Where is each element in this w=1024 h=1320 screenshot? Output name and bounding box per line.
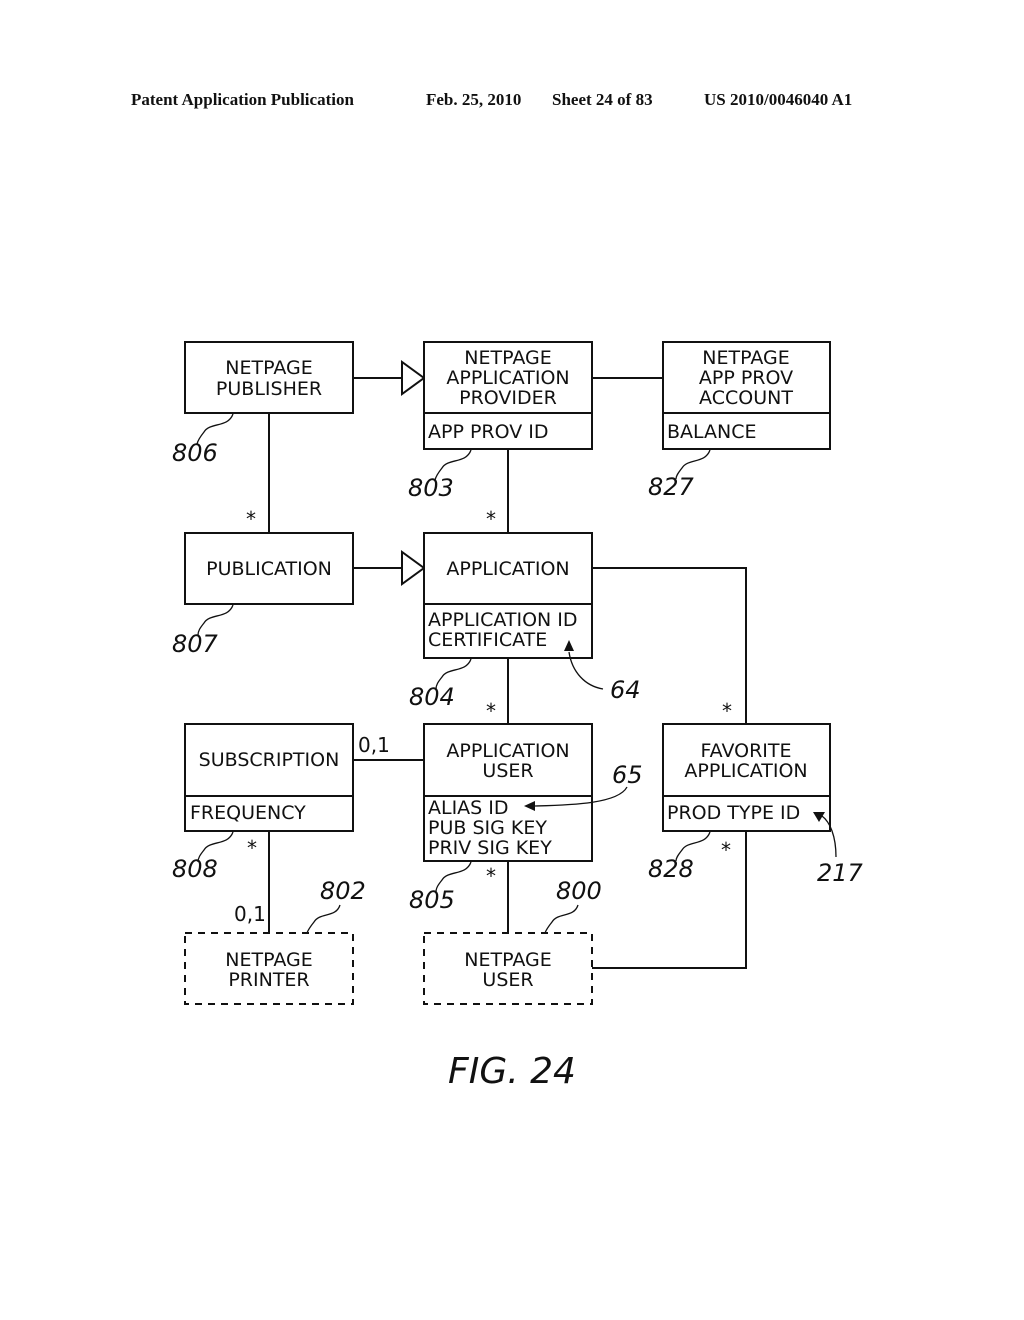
class-title-line: APPLICATION <box>446 558 569 580</box>
figure-label: FIG. 24 <box>448 1051 576 1092</box>
class-attribute: APPLICATION ID <box>428 609 578 631</box>
multiplicity-label: * <box>247 836 257 860</box>
class-title-line: SUBSCRIPTION <box>199 749 340 771</box>
reference-numeral: 807 <box>172 630 219 658</box>
class-title-line: PUBLISHER <box>216 378 322 400</box>
class-netpage-printer: NETPAGE PRINTER <box>184 932 354 1005</box>
class-attribute: CERTIFICATE <box>428 629 547 651</box>
generalization-arrow-provider <box>401 360 426 396</box>
class-netpage-user: NETPAGE USER <box>423 932 593 1005</box>
class-title-line: NETPAGE <box>464 949 551 971</box>
reference-numeral: 805 <box>409 886 455 914</box>
generalization-arrow-application <box>401 550 426 586</box>
multiplicity-label: * <box>722 699 732 723</box>
class-application: APPLICATION APPLICATION ID CERTIFICATE <box>423 532 593 659</box>
class-title-line: USER <box>482 969 533 991</box>
leader-line <box>306 904 341 934</box>
class-attribute: ALIAS ID <box>428 797 509 819</box>
class-attribute: PROD TYPE ID <box>667 802 800 824</box>
class-title-line: PUBLICATION <box>206 558 332 580</box>
class-favorite-application: FAVORITE APPLICATION PROD TYPE ID <box>662 723 831 832</box>
class-attribute: PUB SIG KEY <box>428 817 547 839</box>
class-title-line: APPLICATION <box>684 760 807 782</box>
reference-numeral: 804 <box>409 683 455 711</box>
annotation-numeral: 217 <box>817 859 864 887</box>
multiplicity-label: * <box>486 864 496 888</box>
class-publication: PUBLICATION <box>184 532 354 605</box>
class-attribute: APP PROV ID <box>428 421 549 443</box>
annotation-numeral: 64 <box>610 676 641 704</box>
class-title-line: PROVIDER <box>459 387 557 409</box>
class-title-line: ACCOUNT <box>699 387 793 409</box>
multiplicity-label: * <box>721 838 731 862</box>
class-application-user: APPLICATION USER ALIAS ID PUB SIG KEY PR… <box>423 723 593 862</box>
class-title-line: NETPAGE <box>702 347 789 369</box>
class-title-line: APPLICATION <box>446 367 569 389</box>
reference-numeral: 808 <box>172 855 218 883</box>
class-netpage-publisher: NETPAGE PUBLISHER <box>184 341 354 414</box>
reference-numeral: 803 <box>408 474 454 502</box>
class-title-line: PRINTER <box>228 969 309 991</box>
class-title-line: FAVORITE <box>700 740 791 762</box>
class-title-line: USER <box>482 760 533 782</box>
reference-numeral: 802 <box>320 877 366 905</box>
multiplicity-label: * <box>246 507 256 531</box>
multiplicity-label: * <box>486 507 496 531</box>
class-title-line: NETPAGE <box>464 347 551 369</box>
class-title-line: APPLICATION <box>446 740 569 762</box>
class-attribute: FREQUENCY <box>190 802 306 824</box>
reference-numeral: 800 <box>556 877 602 905</box>
reference-numeral: 827 <box>648 473 695 501</box>
multiplicity-label: * <box>486 699 496 723</box>
class-diagram: NETPAGE PUBLISHER NETPAGE APPLICATION PR… <box>172 341 864 1092</box>
reference-numeral: 806 <box>172 439 218 467</box>
class-title-line: APP PROV <box>699 367 793 389</box>
multiplicity-label: 0,1 <box>358 733 390 757</box>
leader-line <box>544 904 579 934</box>
class-netpage-app-prov-account: NETPAGE APP PROV ACCOUNT BALANCE <box>662 341 831 450</box>
class-attribute: BALANCE <box>667 421 757 443</box>
class-title-line: NETPAGE <box>225 949 312 971</box>
class-netpage-application-provider: NETPAGE APPLICATION PROVIDER APP PROV ID <box>423 341 593 450</box>
class-title-line: NETPAGE <box>225 357 312 379</box>
class-attribute: PRIV SIG KEY <box>428 837 552 859</box>
reference-numeral: 828 <box>648 855 694 883</box>
multiplicity-label: 0,1 <box>234 902 266 926</box>
class-subscription: SUBSCRIPTION FREQUENCY <box>184 723 354 832</box>
annotation-numeral: 65 <box>612 761 643 789</box>
